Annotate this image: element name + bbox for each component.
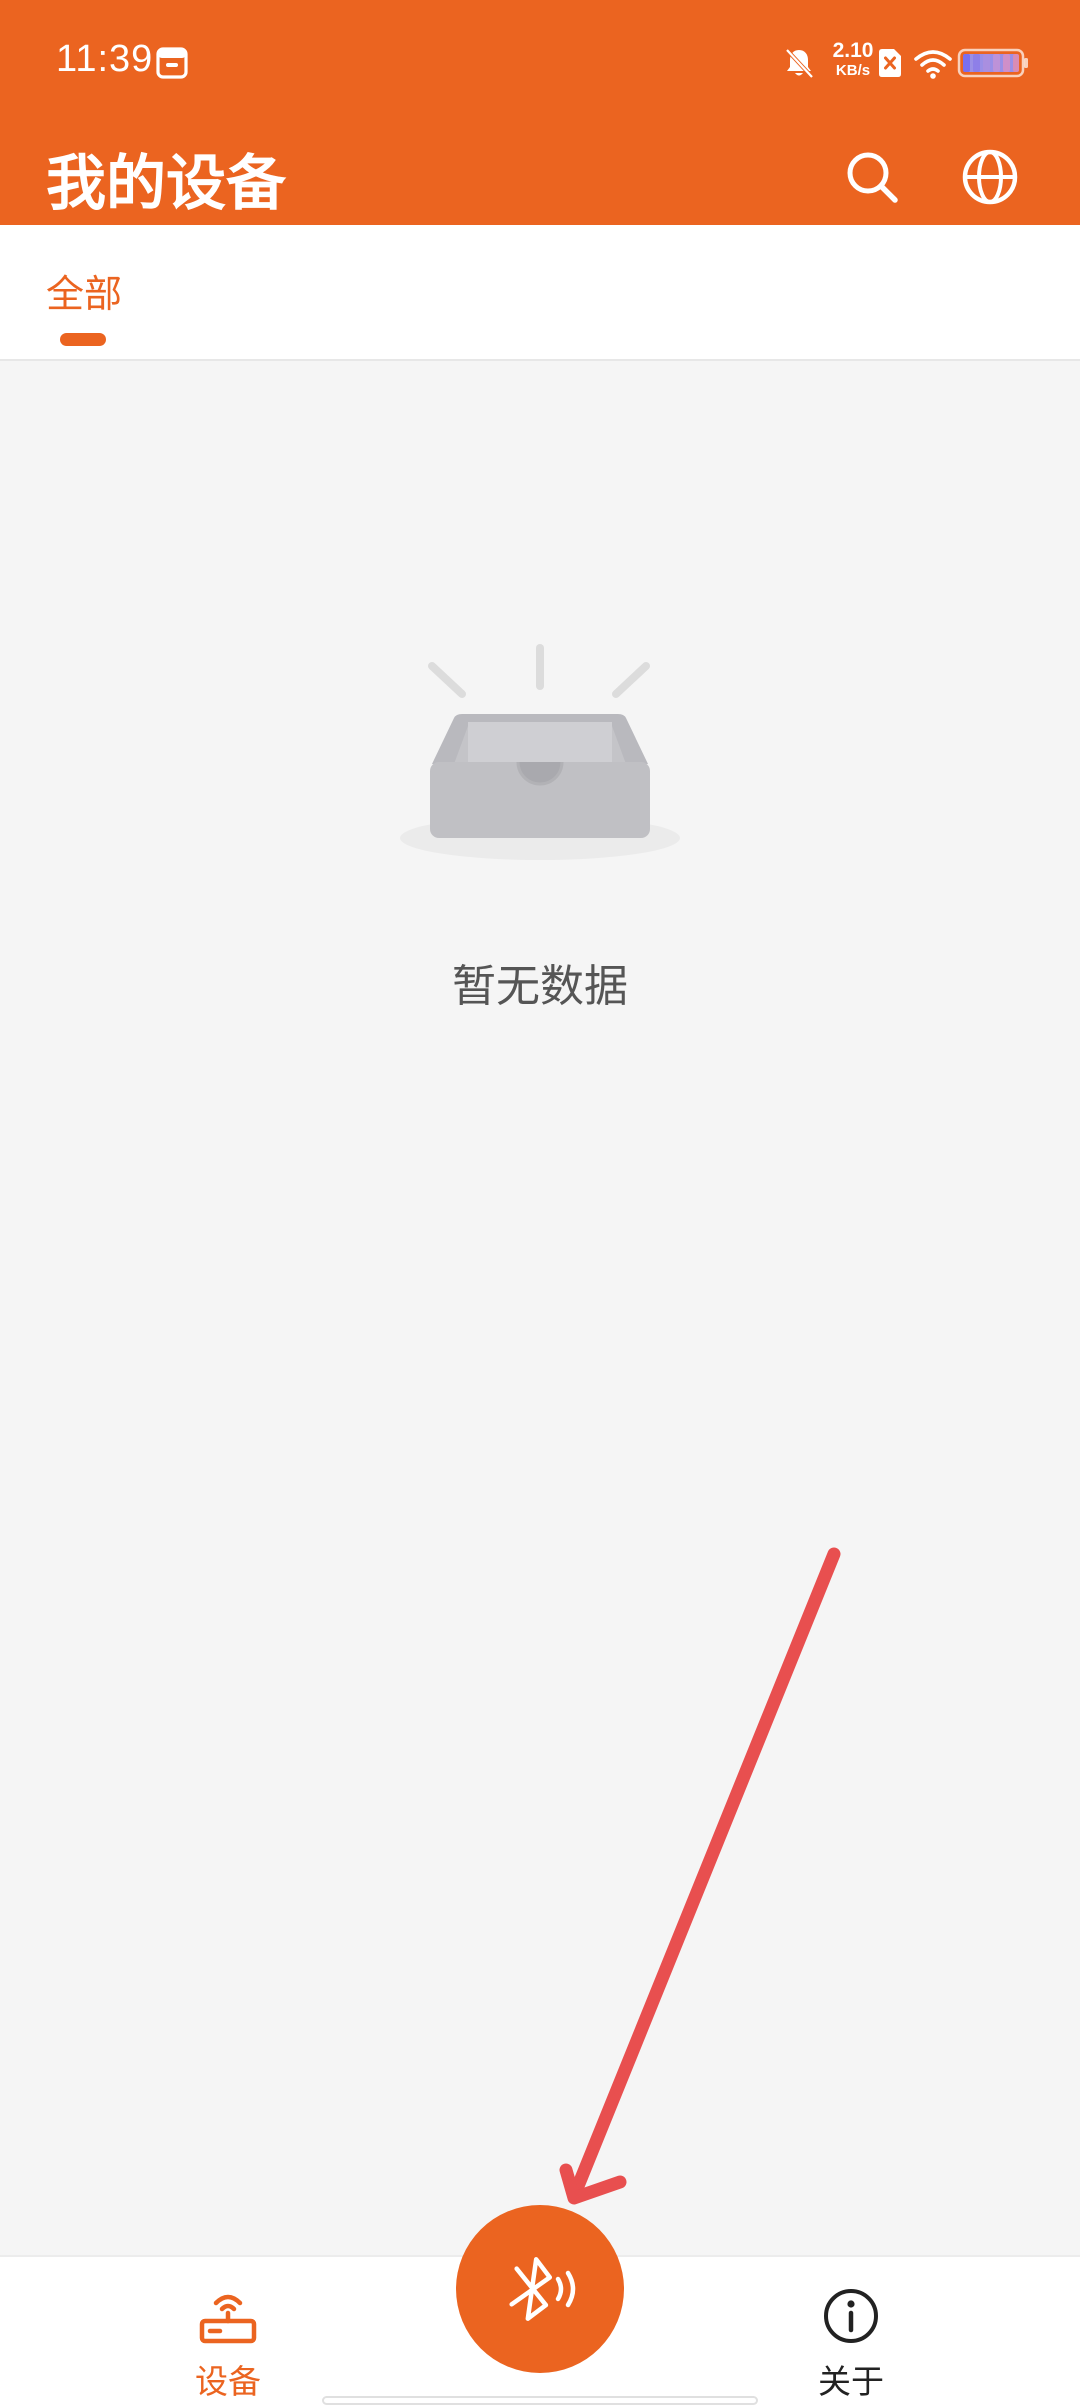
router-icon: [199, 2294, 257, 2344]
globe-icon: [962, 149, 1018, 205]
network-speed: 2.10 KB/s: [826, 40, 880, 78]
network-speed-value: 2.10: [832, 39, 874, 62]
sim-x-icon: [879, 49, 901, 77]
top-header: 11:39 2.10 KB/s 我的设备: [0, 0, 1080, 225]
bell-muted-icon: [785, 48, 814, 79]
app-bar: 我的设备: [0, 125, 1080, 225]
status-time: 11:39: [56, 38, 154, 80]
status-bar: 11:39 2.10 KB/s: [0, 0, 1080, 125]
nav-item-devices[interactable]: 设备: [148, 2287, 308, 2407]
network-speed-unit: KB/s: [835, 62, 871, 79]
empty-state: 暂无数据: [0, 630, 1080, 1030]
tab-selected-indicator: [60, 333, 106, 346]
page-title: 我的设备: [46, 149, 286, 219]
info-icon: [824, 2289, 878, 2343]
status-icons: 2.10 KB/s: [750, 0, 1080, 125]
language-button[interactable]: [958, 145, 1022, 209]
nav-label-devices: 设备: [195, 2362, 261, 2401]
bluetooth-scan-button[interactable]: [456, 2205, 624, 2373]
wifi-icon: [914, 50, 952, 79]
bluetooth-scan-icon: [509, 2257, 576, 2321]
search-icon: [847, 152, 898, 203]
annotation-arrow: [559, 1547, 841, 2205]
nav-label-about: 关于: [818, 2362, 884, 2401]
empty-box-icon: [400, 644, 680, 860]
nav-item-about[interactable]: 关于: [771, 2287, 931, 2407]
home-indicator[interactable]: [322, 2396, 758, 2405]
battery-icon: [957, 48, 1028, 78]
app-notification-icon: [156, 47, 188, 79]
tab-bar: 全部: [0, 225, 1080, 361]
tab-all-label: 全部: [46, 272, 123, 316]
empty-state-text: 暂无数据: [452, 961, 628, 1012]
search-button[interactable]: [840, 145, 904, 209]
tab-all[interactable]: 全部: [46, 263, 126, 361]
